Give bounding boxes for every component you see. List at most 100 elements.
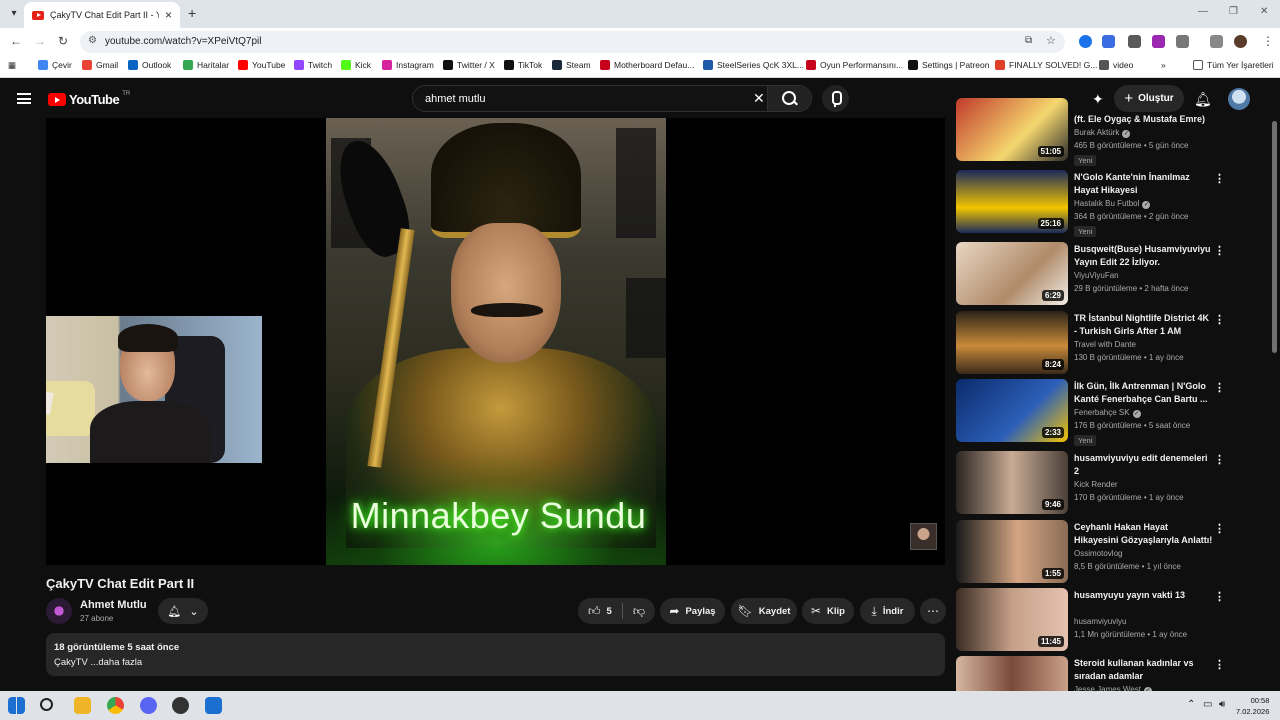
extension-icon[interactable] — [1152, 35, 1165, 48]
search-box[interactable]: ahmet mutlu ✕ — [412, 85, 812, 112]
clear-search-icon[interactable]: ✕ — [753, 90, 765, 107]
recommended-channel[interactable]: Fenerbahçe SK ✓ — [1074, 408, 1141, 418]
recommended-video[interactable]: 6:29 Busqweit(Buse) Husamviyuviyu Yayın E… — [956, 242, 1228, 306]
bookmark-item[interactable]: Outlook — [128, 60, 171, 70]
search-button[interactable] — [767, 86, 811, 111]
recommended-title[interactable]: husamviyuviyu edit denemeleri 2 — [1074, 452, 1214, 478]
close-tab-icon[interactable]: × — [165, 8, 172, 22]
file-explorer-icon[interactable] — [74, 697, 91, 714]
recommended-channel[interactable]: husamviyuviyu — [1074, 617, 1126, 626]
bookmark-item[interactable]: Oyun Performansını... — [806, 60, 903, 70]
close-window-icon[interactable]: ✕ — [1260, 6, 1268, 17]
more-options-icon[interactable]: ⋮ — [1214, 313, 1225, 326]
video-thumbnail[interactable]: 51:05 — [956, 98, 1068, 161]
clip-button[interactable]: ✂ Klip — [802, 598, 854, 624]
recommended-title[interactable]: İlk Gün, İlk Antrenman | N'Golo Kanté Fe… — [1074, 380, 1214, 406]
channel-name[interactable]: Ahmet Mutlu — [80, 599, 147, 611]
recommended-channel[interactable]: Travel with Dante — [1074, 340, 1136, 349]
account-avatar[interactable] — [1228, 88, 1250, 110]
recommended-video[interactable]: 1:55 Ceyhanlı Hakan Hayat Hikayesini Gözy… — [956, 520, 1228, 584]
recommended-video[interactable]: 2:33 İlk Gün, İlk Antrenman | N'Golo Kant… — [956, 379, 1228, 446]
omnibox[interactable]: ⚙ youtube.com/watch?v=XPeiVtQ7pil ⧉ ☆ — [80, 31, 1065, 53]
url-text[interactable]: youtube.com/watch?v=XPeiVtQ7pil — [105, 36, 261, 47]
cast-icon[interactable]: ✦ — [1092, 91, 1104, 108]
video-player[interactable]: Minnakbey Sundu — [46, 118, 945, 565]
more-options-icon[interactable]: ⋮ — [1214, 172, 1225, 185]
windows-start-icon[interactable] — [8, 697, 25, 714]
new-tab-button[interactable]: + — [188, 5, 196, 21]
network-icon[interactable]: ▭ — [1203, 699, 1212, 710]
description-preview[interactable]: ÇakyTV ...daha fazla — [54, 657, 937, 668]
system-clock[interactable]: 00:58 7.02.2026 — [1236, 695, 1269, 717]
bookmark-item[interactable]: Çevir — [38, 60, 72, 70]
bookmark-item[interactable]: FINALLY SOLVED! G... — [995, 60, 1097, 70]
recommended-title[interactable]: N'Golo Kante'nin İnanılmaz Hayat Hikayes… — [1074, 171, 1214, 197]
bookmark-item[interactable]: Steam — [552, 60, 591, 70]
chrome-icon[interactable] — [107, 697, 124, 714]
recommended-title[interactable]: husamyuyu yayın vakti 13 — [1074, 589, 1214, 602]
voice-search-icon[interactable] — [822, 85, 849, 112]
bookmark-item[interactable]: Motherboard Defau... — [600, 60, 694, 70]
bookmark-item[interactable]: Haritalar — [183, 60, 229, 70]
bookmark-item[interactable]: Settings | Patreon — [908, 60, 989, 70]
scrollbar-thumb[interactable] — [1272, 121, 1277, 353]
recommended-video[interactable]: 8:24 TR İstanbul Nightlife District 4K - … — [956, 311, 1228, 375]
recommended-title[interactable]: Steroid kullanan kadınlar vs sıradan ada… — [1074, 657, 1214, 683]
extension-icon[interactable] — [1102, 35, 1115, 48]
bookmark-item[interactable]: TikTok — [504, 60, 542, 70]
app-icon[interactable] — [205, 697, 222, 714]
browser-tab-active[interactable]: ÇakyTV Chat Edit Part II - YouTube × — [24, 2, 180, 28]
recommended-channel[interactable]: Burak Aktürk ✓ — [1074, 128, 1131, 138]
description-box[interactable]: 18 görüntüleme 5 saat önce ÇakyTV ...dah… — [46, 633, 945, 676]
create-button[interactable]: + Oluştur — [1114, 85, 1184, 112]
bookmark-item[interactable]: YouTube — [238, 60, 285, 70]
restore-icon[interactable]: ❐ — [1229, 6, 1238, 17]
more-options-icon[interactable]: ⋮ — [1214, 590, 1225, 603]
all-bookmarks-folder[interactable]: Tüm Yer İşaretleri — [1193, 60, 1274, 70]
profile-avatar-icon[interactable] — [1234, 35, 1247, 48]
recommended-video[interactable]: 11:45 husamyuyu yayın vakti 13 husamviyuvi… — [956, 588, 1228, 652]
recommended-title[interactable]: Ceyhanlı Hakan Hayat Hikayesini Gözyaşla… — [1074, 521, 1214, 547]
video-thumbnail[interactable]: 25:16 — [956, 170, 1068, 233]
bookmark-item[interactable]: video — [1099, 60, 1133, 70]
bookmark-item[interactable]: Twitter / X — [443, 60, 495, 70]
channel-watermark-icon[interactable] — [910, 523, 937, 550]
more-actions-button[interactable]: ⋯ — [920, 598, 946, 624]
browser-menu-icon[interactable]: ⋮ — [1262, 34, 1274, 48]
tray-chevron-icon[interactable]: ⌃ — [1187, 699, 1195, 710]
channel-avatar[interactable] — [46, 598, 72, 624]
bookmark-item[interactable]: Twitch — [294, 60, 332, 70]
dislike-icon[interactable]: 👎︎ — [633, 604, 645, 619]
recommended-title[interactable]: Busqweit(Buse) Husamviyuviyu Yayın Edit … — [1074, 243, 1214, 269]
like-icon[interactable]: 👍︎ — [588, 604, 601, 619]
recommended-channel[interactable]: ViyuViyuFan — [1074, 271, 1119, 280]
extensions-puzzle-icon[interactable] — [1176, 35, 1189, 48]
more-bookmarks-icon[interactable]: » — [1161, 60, 1166, 70]
volume-icon[interactable]: 🔊︎ — [1219, 699, 1225, 710]
more-options-icon[interactable]: ⋮ — [1214, 244, 1225, 257]
more-options-icon[interactable]: ⋮ — [1214, 522, 1225, 535]
search-icon[interactable] — [40, 698, 53, 711]
bookmark-item[interactable]: Instagram — [382, 60, 434, 70]
recommended-channel[interactable]: Ossimotovlog — [1074, 549, 1122, 558]
download-button[interactable]: ⤓ İndir — [860, 598, 915, 624]
discord-icon[interactable] — [140, 697, 157, 714]
more-options-icon[interactable]: ⋮ — [1214, 658, 1225, 671]
bookmark-star-icon[interactable]: ☆ — [1046, 34, 1056, 47]
bookmark-item[interactable]: Kick — [341, 60, 371, 70]
bookmark-item[interactable]: SteelSeries QcK 3XL... — [703, 60, 804, 70]
tab-search-icon[interactable]: ▾ — [6, 6, 22, 22]
youtube-logo[interactable]: YouTube TR — [48, 91, 130, 107]
bookmark-item[interactable]: Gmail — [82, 60, 118, 70]
video-thumbnail[interactable]: 2:33 — [956, 379, 1068, 442]
extension-icon[interactable] — [1079, 35, 1092, 48]
recommended-title[interactable]: TR İstanbul Nightlife District 4K - Turk… — [1074, 312, 1214, 338]
forward-icon[interactable]: → — [34, 34, 46, 48]
video-thumbnail[interactable]: 6:29 — [956, 242, 1068, 305]
save-button[interactable]: 🔖︎ Kaydet — [731, 598, 797, 624]
recommended-channel[interactable]: Kick Render — [1074, 480, 1118, 489]
guide-menu-icon[interactable] — [17, 93, 31, 104]
video-thumbnail[interactable]: 1:55 — [956, 520, 1068, 583]
video-thumbnail[interactable]: 9:46 — [956, 451, 1068, 514]
search-input[interactable]: ahmet mutlu — [425, 93, 486, 105]
